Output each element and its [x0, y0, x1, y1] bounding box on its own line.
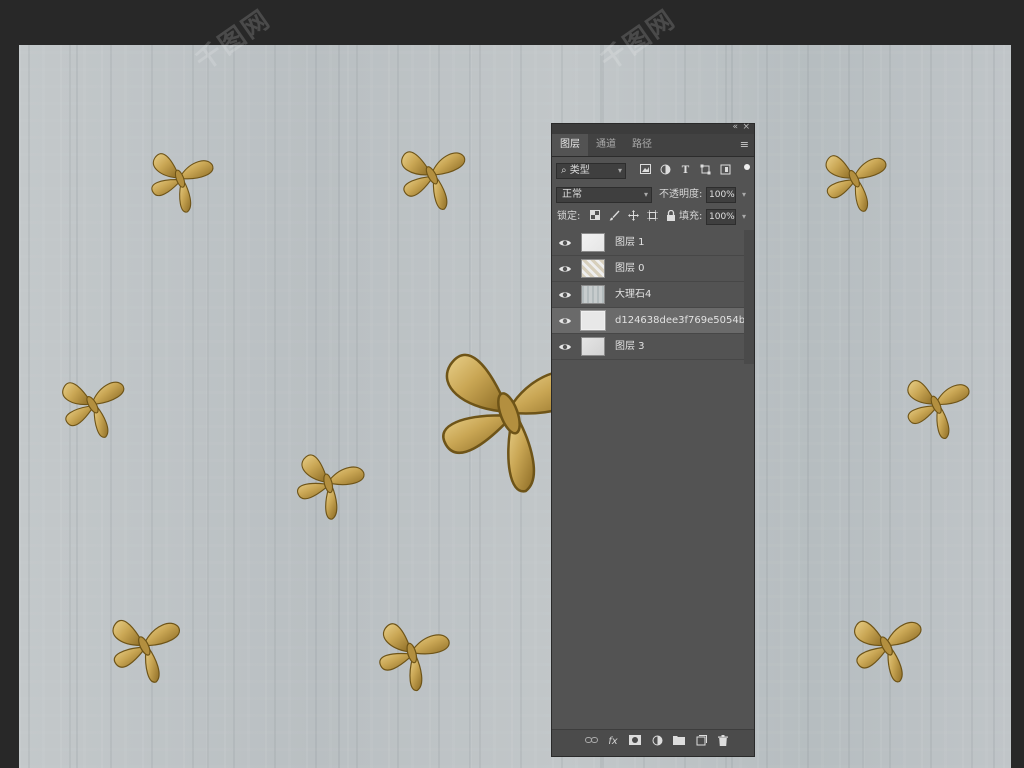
- add-mask-icon[interactable]: [628, 735, 642, 749]
- layer-thumbnail[interactable]: [581, 285, 605, 304]
- butterfly-ornament: [836, 593, 936, 693]
- blend-mode-value: 正常: [562, 189, 582, 200]
- eye-visibility-icon[interactable]: [558, 262, 572, 276]
- filter-kind-dropdown[interactable]: ⌕ 类型 ▾: [556, 163, 626, 179]
- layer-row[interactable]: 图层 3: [552, 334, 744, 360]
- butterfly-ornament: [94, 593, 194, 693]
- layers-scrollbar[interactable]: [744, 230, 754, 364]
- search-icon: ⌕: [561, 165, 567, 176]
- shape-layer-filter-icon[interactable]: [698, 164, 713, 178]
- layer-name[interactable]: d124638dee3f769e5054b...: [615, 308, 755, 334]
- panel-tabs: 图层 通道 路径 ≡: [552, 134, 754, 157]
- close-panel-icon[interactable]: ×: [742, 122, 750, 132]
- butterfly-ornament: [362, 600, 462, 700]
- pixel-layer-filter-icon[interactable]: [638, 164, 653, 178]
- lock-position-move-icon[interactable]: [626, 210, 640, 224]
- lock-transparent-pixels-icon[interactable]: [588, 210, 602, 224]
- layer-name[interactable]: 图层 1: [615, 230, 645, 256]
- layers-bottom-toolbar: fx: [552, 729, 754, 756]
- layer-row[interactable]: 大理石4: [552, 282, 744, 308]
- layer-row[interactable]: 图层 0: [552, 256, 744, 282]
- butterfly-ornament: [46, 356, 138, 448]
- opacity-label: 不透明度:: [659, 189, 703, 200]
- adjustment-layer-icon[interactable]: [650, 735, 664, 749]
- lock-all-icon[interactable]: [664, 209, 678, 224]
- collapse-panel-icon[interactable]: «: [732, 122, 738, 132]
- type-layer-filter-icon[interactable]: T: [678, 164, 693, 178]
- layers-panel: « × 图层 通道 路径 ≡ ⌕ 类型 ▾ T 正常 ▾ 不透明度: 100% …: [551, 122, 755, 757]
- tab-channels[interactable]: 通道: [588, 134, 624, 156]
- fill-slider-chevron-icon[interactable]: ▾: [738, 209, 750, 225]
- lock-icons: [588, 209, 678, 224]
- fill-label: 填充:: [679, 211, 703, 222]
- layer-thumbnail[interactable]: [581, 311, 605, 330]
- layers-list: 图层 1 图层 0 大理石4 d124638dee3f769e5054b...: [552, 230, 755, 360]
- layer-row-selected[interactable]: d124638dee3f769e5054b...: [552, 308, 755, 334]
- tab-paths[interactable]: 路径: [624, 134, 660, 156]
- lock-row: 锁定: 填充: 100% ▾: [552, 206, 754, 228]
- eye-visibility-icon[interactable]: [558, 288, 572, 302]
- smart-object-filter-icon[interactable]: [718, 164, 733, 178]
- panel-title-bar[interactable]: « ×: [552, 122, 754, 134]
- butterfly-ornament: [384, 125, 479, 220]
- eye-visibility-icon[interactable]: [558, 314, 572, 328]
- chevron-down-icon: ▾: [617, 166, 622, 175]
- butterfly-ornament: [281, 433, 376, 528]
- filter-toggle-switch[interactable]: [744, 164, 750, 170]
- folder-group-icon[interactable]: [672, 735, 686, 749]
- lock-image-pixels-brush-icon[interactable]: [607, 210, 621, 224]
- eye-visibility-icon[interactable]: [558, 236, 572, 250]
- eye-visibility-icon[interactable]: [558, 340, 572, 354]
- layer-filter-row: ⌕ 类型 ▾ T: [552, 160, 754, 182]
- layer-name[interactable]: 大理石4: [615, 282, 651, 308]
- filter-kind-label: 类型: [569, 165, 590, 176]
- blend-mode-row: 正常 ▾ 不透明度: 100% ▾: [552, 184, 754, 206]
- opacity-input[interactable]: 100%: [706, 187, 736, 203]
- layer-name[interactable]: 图层 3: [615, 334, 645, 360]
- filter-icons: T: [638, 164, 733, 178]
- link-layers-icon[interactable]: [584, 735, 598, 749]
- butterfly-ornament: [890, 356, 982, 448]
- opacity-slider-chevron-icon[interactable]: ▾: [738, 187, 750, 203]
- lock-artboard-icon[interactable]: [645, 210, 659, 224]
- panel-menu-icon[interactable]: ≡: [740, 138, 749, 151]
- tab-layers[interactable]: 图层: [552, 134, 588, 156]
- document-canvas[interactable]: [19, 45, 1011, 768]
- adjustment-layer-filter-icon[interactable]: [658, 164, 673, 178]
- butterfly-ornament: [809, 131, 899, 221]
- blend-mode-dropdown[interactable]: 正常 ▾: [556, 187, 652, 203]
- butterfly-ornament: [135, 131, 225, 221]
- fx-layer-style-icon[interactable]: fx: [606, 735, 620, 749]
- layer-thumbnail[interactable]: [581, 337, 605, 356]
- layer-name[interactable]: 图层 0: [615, 256, 645, 282]
- layer-thumbnail[interactable]: [581, 259, 605, 278]
- bottom-icons: fx: [584, 735, 730, 749]
- layer-thumbnail[interactable]: [581, 233, 605, 252]
- lock-label: 锁定:: [557, 211, 581, 222]
- trash-delete-icon[interactable]: [716, 735, 730, 749]
- chevron-down-icon: ▾: [643, 190, 648, 199]
- new-layer-icon[interactable]: [694, 735, 708, 749]
- layer-row[interactable]: 图层 1: [552, 230, 744, 256]
- fill-input[interactable]: 100%: [706, 209, 736, 225]
